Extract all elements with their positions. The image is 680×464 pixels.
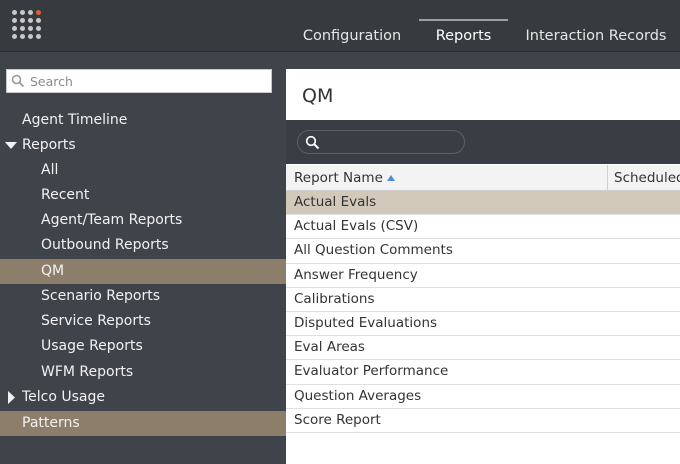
sidebar-item-label: WFM Reports: [41, 364, 134, 380]
caret-right-icon[interactable]: [5, 385, 17, 410]
sidebar-search: [6, 69, 272, 93]
top-bar: Configuration Reports Interaction Record…: [0, 0, 680, 52]
filter-bar: [286, 120, 680, 164]
sidebar-item-usage-reports[interactable]: Usage Reports: [0, 334, 286, 359]
sidebar-item-reports[interactable]: Reports: [0, 133, 286, 158]
sidebar-item-agent-timeline[interactable]: Agent Timeline: [0, 108, 286, 133]
sidebar-item-label: Agent Timeline: [22, 112, 128, 128]
table-row[interactable]: Score Report: [286, 409, 680, 433]
sidebar-item-label: Telco Usage: [22, 389, 106, 405]
main-panel: QM Report Name Scheduled Actual Evals Ac…: [286, 69, 680, 464]
tab-interaction-records[interactable]: Interaction Records: [516, 19, 676, 52]
table-row[interactable]: Calibrations: [286, 288, 680, 312]
sidebar-item-outbound-reports[interactable]: Outbound Reports: [0, 233, 286, 258]
sidebar-item-label: Scenario Reports: [41, 288, 161, 304]
column-header-label: Report Name: [294, 170, 383, 186]
sidebar-item-patterns[interactable]: Patterns: [0, 411, 286, 436]
sort-ascending-icon: [386, 175, 395, 181]
sidebar-item-label: Usage Reports: [41, 338, 143, 354]
tab-configuration[interactable]: Configuration: [294, 19, 410, 52]
sidebar-item-agent-team-reports[interactable]: Agent/Team Reports: [0, 208, 286, 233]
sidebar-item-label: Outbound Reports: [41, 237, 169, 253]
sidebar-item-qm[interactable]: QM: [0, 259, 286, 284]
tab-reports[interactable]: Reports: [419, 19, 508, 52]
sidebar-item-recent[interactable]: Recent: [0, 183, 286, 208]
caret-down-icon[interactable]: [5, 133, 17, 158]
table-row[interactable]: Disputed Evaluations: [286, 312, 680, 337]
column-header-report-name[interactable]: Report Name: [286, 165, 608, 191]
table-row[interactable]: Eval Areas: [286, 336, 680, 361]
table-row[interactable]: All Question Comments: [286, 239, 680, 264]
sidebar-item-label: Reports: [22, 137, 76, 153]
sidebar-item-label: Agent/Team Reports: [41, 212, 183, 228]
table-header: Report Name Scheduled: [286, 165, 680, 191]
sidebar: Agent Timeline Reports All Recent Agent/…: [0, 53, 286, 464]
column-header-scheduled[interactable]: Scheduled: [608, 165, 680, 191]
table-row[interactable]: Actual Evals: [286, 191, 680, 216]
sidebar-item-label: All: [41, 162, 59, 178]
table-row[interactable]: Question Averages: [286, 385, 680, 409]
sidebar-item-label: Patterns: [22, 415, 80, 431]
sidebar-item-label: Recent: [41, 187, 90, 203]
search-icon: [11, 74, 25, 88]
sidebar-item-service-reports[interactable]: Service Reports: [0, 309, 286, 334]
search-input[interactable]: [30, 70, 268, 92]
sidebar-item-label: Service Reports: [41, 313, 151, 329]
report-list: Actual Evals Actual Evals (CSV) All Ques…: [286, 191, 680, 433]
sidebar-item-scenario-reports[interactable]: Scenario Reports: [0, 284, 286, 309]
sidebar-item-all[interactable]: All: [0, 158, 286, 183]
sidebar-item-label: QM: [41, 263, 65, 279]
app-logo-icon[interactable]: [10, 8, 44, 42]
column-header-label: Scheduled: [614, 170, 680, 186]
sidebar-item-wfm-reports[interactable]: WFM Reports: [0, 360, 286, 385]
sidebar-item-telco-usage[interactable]: Telco Usage: [0, 385, 286, 410]
table-row[interactable]: Answer Frequency: [286, 264, 680, 288]
table-row[interactable]: Actual Evals (CSV): [286, 215, 680, 240]
page-title: QM: [302, 85, 334, 107]
report-filter-input[interactable]: [297, 130, 465, 154]
search-icon: [305, 135, 320, 150]
table-row[interactable]: Evaluator Performance: [286, 360, 680, 385]
